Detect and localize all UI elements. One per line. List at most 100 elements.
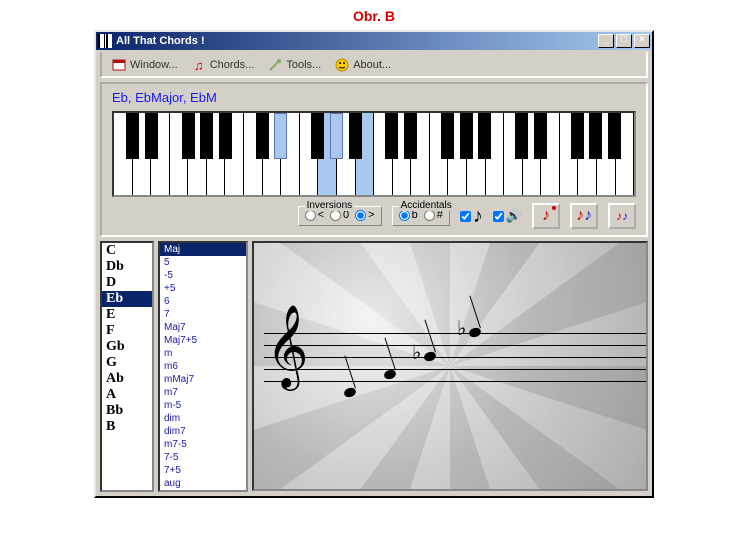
menu-window-label: Window... xyxy=(130,59,178,71)
white-key[interactable] xyxy=(133,113,152,195)
root-item[interactable]: F xyxy=(102,323,152,339)
type-item[interactable]: 7-5 xyxy=(160,451,246,464)
type-item[interactable]: mMaj7 xyxy=(160,373,246,386)
type-item[interactable]: 6 xyxy=(160,295,246,308)
white-key[interactable] xyxy=(374,113,393,195)
tools-icon xyxy=(268,58,282,72)
chord-type-list[interactable]: Maj5-5+567Maj7Maj7+5mm6mMaj7m7m-5dimdim7… xyxy=(158,241,248,492)
white-key[interactable] xyxy=(486,113,505,195)
menu-about[interactable]: About... xyxy=(335,58,391,72)
white-key[interactable] xyxy=(281,113,300,195)
white-key[interactable] xyxy=(263,113,282,195)
root-item[interactable]: Bb xyxy=(102,403,152,419)
note-icon: ♪ xyxy=(473,205,483,228)
white-key[interactable] xyxy=(300,113,319,195)
menu-window[interactable]: Window... xyxy=(112,58,178,72)
white-key[interactable] xyxy=(578,113,597,195)
close-button[interactable]: × xyxy=(634,34,650,48)
white-key[interactable] xyxy=(225,113,244,195)
inversions-group: Inversions <0> xyxy=(298,206,382,226)
root-item[interactable]: Eb xyxy=(102,291,152,307)
white-key[interactable] xyxy=(114,113,133,195)
menu-tools-label: Tools... xyxy=(286,59,321,71)
type-item[interactable]: 5 xyxy=(160,256,246,269)
white-key[interactable] xyxy=(151,113,170,195)
type-item[interactable]: m7 xyxy=(160,386,246,399)
minimize-button[interactable]: _ xyxy=(598,34,614,48)
white-key[interactable] xyxy=(504,113,523,195)
root-item[interactable]: B xyxy=(102,419,152,435)
white-key[interactable] xyxy=(430,113,449,195)
play-arpeggio-button[interactable]: ♪♪ xyxy=(608,203,636,229)
inversions-title: Inversions xyxy=(305,200,355,211)
flat-accidental: ♭ xyxy=(457,316,466,341)
type-item[interactable]: Maj xyxy=(160,243,246,256)
play-chord-button[interactable]: ♪♪ xyxy=(570,203,598,229)
keyboard-controls: Inversions <0> Accidentals b# ♪ 🔊 ♪ ♪♪ ♪… xyxy=(112,203,636,229)
treble-clef: 𝄞 xyxy=(266,305,309,389)
white-key[interactable] xyxy=(541,113,560,195)
root-item[interactable]: Db xyxy=(102,259,152,275)
white-key[interactable] xyxy=(597,113,616,195)
root-item[interactable]: Gb xyxy=(102,339,152,355)
root-note-list[interactable]: CDbDEbEFGbGAbABbB xyxy=(100,241,154,492)
root-item[interactable]: E xyxy=(102,307,152,323)
type-item[interactable]: Maj7 xyxy=(160,321,246,334)
root-item[interactable]: Ab xyxy=(102,371,152,387)
staff-lines xyxy=(264,333,646,393)
white-key[interactable] xyxy=(356,113,375,195)
white-key[interactable] xyxy=(170,113,189,195)
type-item[interactable]: dim xyxy=(160,412,246,425)
menu-about-label: About... xyxy=(353,59,391,71)
piano-keyboard[interactable] xyxy=(112,111,636,197)
type-item[interactable]: 7 xyxy=(160,308,246,321)
play-single-button[interactable]: ♪ xyxy=(532,203,560,229)
music-notes-icon: ♫ xyxy=(192,58,206,72)
show-note-checkbox[interactable]: ♪ xyxy=(460,205,483,228)
type-item[interactable]: 7+5 xyxy=(160,464,246,477)
type-item[interactable]: aug xyxy=(160,477,246,490)
type-item[interactable]: m6 xyxy=(160,360,246,373)
white-key[interactable] xyxy=(207,113,226,195)
menu-tools[interactable]: Tools... xyxy=(268,58,321,72)
accidentals-title: Accidentals xyxy=(399,200,454,211)
app-window: All That Chords ! _ □ × Window... ♫ Chor… xyxy=(94,30,654,498)
white-key[interactable] xyxy=(448,113,467,195)
accidentals-group: Accidentals b# xyxy=(392,206,450,226)
white-key[interactable] xyxy=(244,113,263,195)
smiley-icon xyxy=(335,58,349,72)
speaker-icon: 🔊 xyxy=(506,208,522,224)
type-item[interactable]: m-5 xyxy=(160,399,246,412)
root-item[interactable]: D xyxy=(102,275,152,291)
menu-chords[interactable]: ♫ Chords... xyxy=(192,58,255,72)
white-key[interactable] xyxy=(188,113,207,195)
window-controls: _ □ × xyxy=(598,34,650,48)
menubar: Window... ♫ Chords... Tools... About... xyxy=(100,52,648,78)
type-item[interactable]: Maj7+5 xyxy=(160,334,246,347)
white-key[interactable] xyxy=(523,113,542,195)
keyboard-panel: Eb, EbMajor, EbM Inversions <0> Accident… xyxy=(100,82,648,237)
inversion-option[interactable]: > xyxy=(355,209,374,221)
white-key[interactable] xyxy=(318,113,337,195)
white-key[interactable] xyxy=(616,113,635,195)
type-item[interactable]: +5 xyxy=(160,282,246,295)
lower-panel: CDbDEbEFGbGAbABbB Maj5-5+567Maj7Maj7+5mm… xyxy=(100,241,648,492)
white-key[interactable] xyxy=(337,113,356,195)
window-title: All That Chords ! xyxy=(116,35,598,47)
maximize-button[interactable]: □ xyxy=(616,34,632,48)
root-item[interactable]: G xyxy=(102,355,152,371)
white-key[interactable] xyxy=(467,113,486,195)
root-item[interactable]: C xyxy=(102,243,152,259)
type-item[interactable]: -5 xyxy=(160,269,246,282)
type-item[interactable]: m7-5 xyxy=(160,438,246,451)
white-key[interactable] xyxy=(411,113,430,195)
white-key[interactable] xyxy=(393,113,412,195)
sound-checkbox[interactable]: 🔊 xyxy=(493,208,522,224)
type-item[interactable]: m xyxy=(160,347,246,360)
white-key[interactable] xyxy=(560,113,579,195)
root-item[interactable]: A xyxy=(102,387,152,403)
app-icon xyxy=(98,34,112,48)
flat-accidental: ♭ xyxy=(412,340,421,365)
chord-name-label: Eb, EbMajor, EbM xyxy=(112,90,636,105)
type-item[interactable]: dim7 xyxy=(160,425,246,438)
